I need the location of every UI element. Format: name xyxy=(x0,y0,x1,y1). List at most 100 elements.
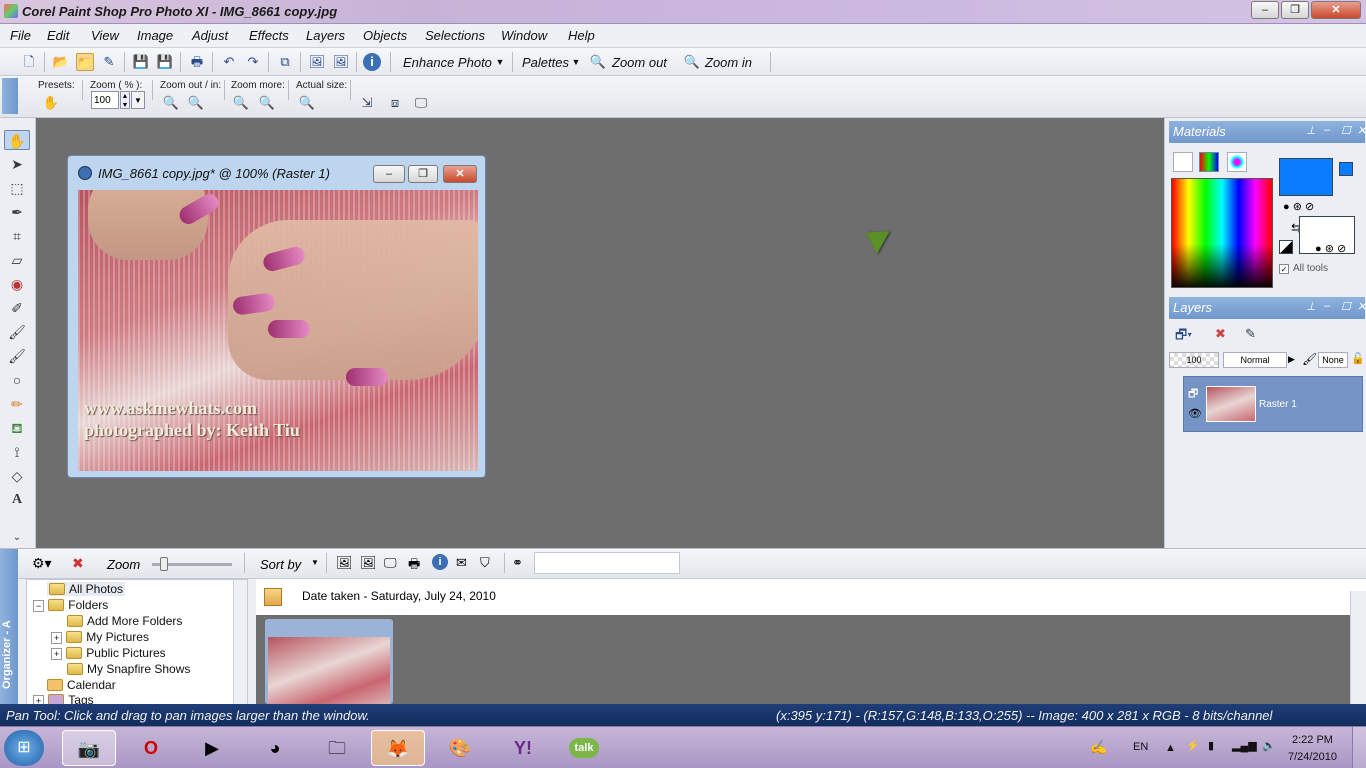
crop-tool-icon[interactable]: ⌗ xyxy=(4,226,30,246)
style-icons[interactable]: ● ⊛ ⊘ xyxy=(1283,200,1314,213)
chevron-down-icon[interactable]: ▼ xyxy=(131,91,145,109)
zoom-out-button[interactable]: Zoom out xyxy=(612,55,667,70)
undo-icon[interactable]: ↶ xyxy=(220,53,238,71)
start-button[interactable]: ⊞ xyxy=(4,730,44,766)
pick-tool-icon[interactable]: ➤ xyxy=(4,154,30,174)
zoom-slider-thumb[interactable] xyxy=(160,557,168,571)
new-layer-icon[interactable]: 🗗▾ xyxy=(1175,326,1192,348)
menu-layers[interactable]: Layers xyxy=(306,28,345,43)
panel-minimize-icon[interactable]: – xyxy=(1324,124,1330,136)
image-window[interactable]: IMG_8661 copy.jpg* @ 100% (Raster 1) – ❐… xyxy=(67,155,486,478)
fit-window-icon[interactable]: ⇲ xyxy=(358,94,376,112)
browse-icon[interactable]: 📁 xyxy=(76,53,94,71)
zoom-in-icon[interactable]: 🔍 xyxy=(683,53,701,71)
ellipse-tool-icon[interactable]: ○ xyxy=(4,370,30,390)
photo-import-icon[interactable]: 🖼 xyxy=(308,53,326,71)
frame-tab-icon[interactable] xyxy=(1173,152,1193,172)
panel-maximize-icon[interactable]: ☐ xyxy=(1341,300,1351,313)
settings-gear-icon[interactable]: ⚙▾ xyxy=(32,555,52,572)
volume-icon[interactable]: 🔈 xyxy=(1262,739,1276,752)
new-file-icon[interactable]: 🗋 xyxy=(20,53,38,71)
style-icons[interactable]: ● ⊛ ⊘ xyxy=(1315,242,1346,255)
photo-import-icon[interactable]: 🖼 xyxy=(336,555,353,571)
taskbar-paint[interactable]: 🎨 xyxy=(433,730,487,766)
taskbar-google-talk[interactable]: talk xyxy=(557,730,611,766)
language-indicator[interactable]: EN xyxy=(1133,741,1148,753)
lock-icon[interactable]: 🔓 xyxy=(1351,352,1365,365)
taskbar-paint-shop-pro[interactable]: 📷 xyxy=(62,730,116,766)
full-screen-icon[interactable]: 🖵 xyxy=(412,94,430,112)
taskbar-opera[interactable]: O xyxy=(124,730,178,766)
tree-item-my-snapfire-shows[interactable]: My Snapfire Shows xyxy=(67,662,190,676)
pin-icon[interactable]: ⊥ xyxy=(1306,300,1316,313)
menu-objects[interactable]: Objects xyxy=(363,28,407,43)
makeover-tool-icon[interactable]: ✐ xyxy=(4,298,30,318)
redo-icon[interactable]: ↷ xyxy=(244,53,262,71)
panel-close-icon[interactable]: ✕ xyxy=(1357,124,1366,137)
chevron-right-icon[interactable]: ▶ xyxy=(1288,354,1295,365)
clock-date[interactable]: 7/24/2010 xyxy=(1288,751,1337,763)
browser-scrollbar[interactable] xyxy=(1350,591,1366,705)
selection-tool-icon[interactable]: ⬚ xyxy=(4,178,30,198)
pan-tool-icon[interactable]: ✋ xyxy=(4,130,30,150)
new-window-icon[interactable]: ⧉ xyxy=(276,53,294,71)
paint-brush-icon[interactable]: 🖌 xyxy=(4,346,30,366)
menu-selections[interactable]: Selections xyxy=(425,28,485,43)
pen-tool-icon[interactable]: ⟟ xyxy=(4,442,30,462)
email-icon[interactable]: ✉ xyxy=(456,555,467,571)
minimize-button[interactable]: – xyxy=(1251,1,1279,19)
palettes-menu[interactable]: Palettes xyxy=(522,55,569,70)
straighten-tool-icon[interactable]: ▱ xyxy=(4,250,30,270)
taskbar-media-player[interactable]: ▶ xyxy=(185,730,239,766)
text-tool-icon[interactable]: A xyxy=(4,490,30,510)
search-binoculars-icon[interactable]: ⚭ xyxy=(512,555,523,571)
image-restore-button[interactable]: ❐ xyxy=(408,165,438,183)
zoom-more-out-icon[interactable]: 🔍 xyxy=(232,94,250,112)
show-desktop-button[interactable] xyxy=(1352,727,1366,768)
image-minimize-button[interactable]: – xyxy=(373,165,405,183)
opacity-field[interactable]: 100 xyxy=(1169,352,1219,368)
zoom-out-icon[interactable]: 🔍 xyxy=(589,53,607,71)
image-close-button[interactable]: ✕ xyxy=(443,165,477,183)
chevron-down-icon[interactable]: ▼ xyxy=(495,53,505,71)
clone-brush-icon[interactable]: 🖌 xyxy=(4,322,30,342)
menu-adjust[interactable]: Adjust xyxy=(192,28,228,43)
lock-select[interactable]: None xyxy=(1318,352,1348,368)
options-grip[interactable] xyxy=(2,78,18,114)
chevron-up-icon[interactable]: ▲ xyxy=(1165,742,1176,754)
taskbar-firefox[interactable]: 🦊 xyxy=(371,730,425,766)
reset-colors-icon[interactable] xyxy=(1279,240,1293,254)
chevron-down-icon[interactable]: ▼ xyxy=(311,558,319,567)
dropper-tool-icon[interactable]: ✒ xyxy=(4,202,30,222)
enhance-photo-menu[interactable]: Enhance Photo xyxy=(403,55,492,70)
blend-mode-select[interactable]: Normal xyxy=(1223,352,1287,368)
menu-effects[interactable]: Effects xyxy=(249,28,289,43)
slideshow-icon[interactable]: 🖵 xyxy=(384,555,397,571)
signal-icon[interactable]: ▂▄▆ xyxy=(1232,739,1257,752)
print-icon[interactable]: 🖶 xyxy=(188,53,206,71)
taskbar-chrome[interactable]: ◕ xyxy=(248,730,302,766)
red-eye-tool-icon[interactable]: ◉ xyxy=(4,274,30,294)
share-icon[interactable]: ⛉ xyxy=(480,555,490,571)
tree-scrollbar[interactable] xyxy=(233,580,247,704)
pin-icon[interactable]: ⊥ xyxy=(1306,124,1316,137)
battery-icon[interactable]: ▮ xyxy=(1208,739,1214,752)
layer-visibility-icon[interactable]: 🗗 xyxy=(1188,385,1198,404)
layer-row[interactable]: 🗗 👁 Raster 1 xyxy=(1183,376,1363,432)
taskbar-explorer[interactable]: 🗀 xyxy=(310,730,364,766)
open-folder-icon[interactable]: 📂 xyxy=(52,53,70,71)
zoom-more-in-icon[interactable]: 🔍 xyxy=(258,94,276,112)
sort-by-menu[interactable]: Sort by xyxy=(260,557,301,572)
restore-button[interactable]: ❐ xyxy=(1281,1,1309,19)
menu-window[interactable]: Window xyxy=(501,28,547,43)
menu-help[interactable]: Help xyxy=(568,28,595,43)
all-tools-checkbox[interactable]: ✓ xyxy=(1279,264,1289,274)
collapse-icon[interactable]: − xyxy=(33,600,45,612)
tree-item-all-photos[interactable]: All Photos xyxy=(47,582,126,596)
save-icon[interactable]: 💾 xyxy=(132,53,150,71)
panel-minimize-icon[interactable]: – xyxy=(1324,300,1330,312)
edit-layer-icon[interactable]: ✎ xyxy=(1245,326,1256,342)
zoom-in-button[interactable]: Zoom in xyxy=(705,55,752,70)
fit-image-icon[interactable]: ⧈ xyxy=(386,94,404,112)
photo-export-icon[interactable]: 🖼 xyxy=(360,555,377,571)
